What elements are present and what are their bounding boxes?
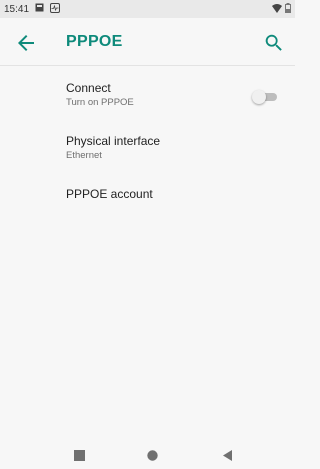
recents-square-icon [74, 450, 85, 461]
status-right-icons [272, 3, 291, 16]
system-back-button[interactable] [222, 448, 233, 466]
recents-button[interactable] [74, 448, 85, 466]
pref-title: Connect [66, 81, 111, 95]
wifi-icon [272, 3, 282, 16]
page-title: PPPOE [66, 33, 123, 50]
back-button[interactable] [14, 31, 38, 55]
search-button[interactable] [263, 32, 285, 54]
back-triangle-icon [223, 450, 232, 461]
home-circle-icon [147, 450, 158, 461]
battery-icon [285, 3, 291, 16]
pref-connect[interactable]: Connect Turn on PPPOE [0, 76, 295, 116]
pref-title: PPPOE account [66, 187, 153, 201]
search-icon [265, 34, 282, 51]
arrow-back-icon [18, 35, 34, 51]
status-bar: 15:41 [0, 0, 295, 18]
activity-icon [50, 2, 61, 16]
pref-pppoe-account[interactable]: PPPOE account [0, 180, 295, 208]
pref-title: Physical interface [66, 134, 161, 148]
home-button[interactable] [147, 448, 158, 466]
app-bar: PPPOE [0, 18, 295, 66]
status-time: 15:41 [4, 3, 30, 15]
pref-summary: Turn on PPPOE [66, 97, 134, 108]
toggle-thumb [252, 90, 266, 104]
pref-summary: Ethernet [66, 150, 102, 161]
notification-box-icon [35, 3, 44, 15]
nav-bar [0, 439, 295, 469]
connect-toggle[interactable] [252, 90, 278, 104]
pref-physical-interface[interactable]: Physical interface Ethernet [0, 129, 295, 169]
